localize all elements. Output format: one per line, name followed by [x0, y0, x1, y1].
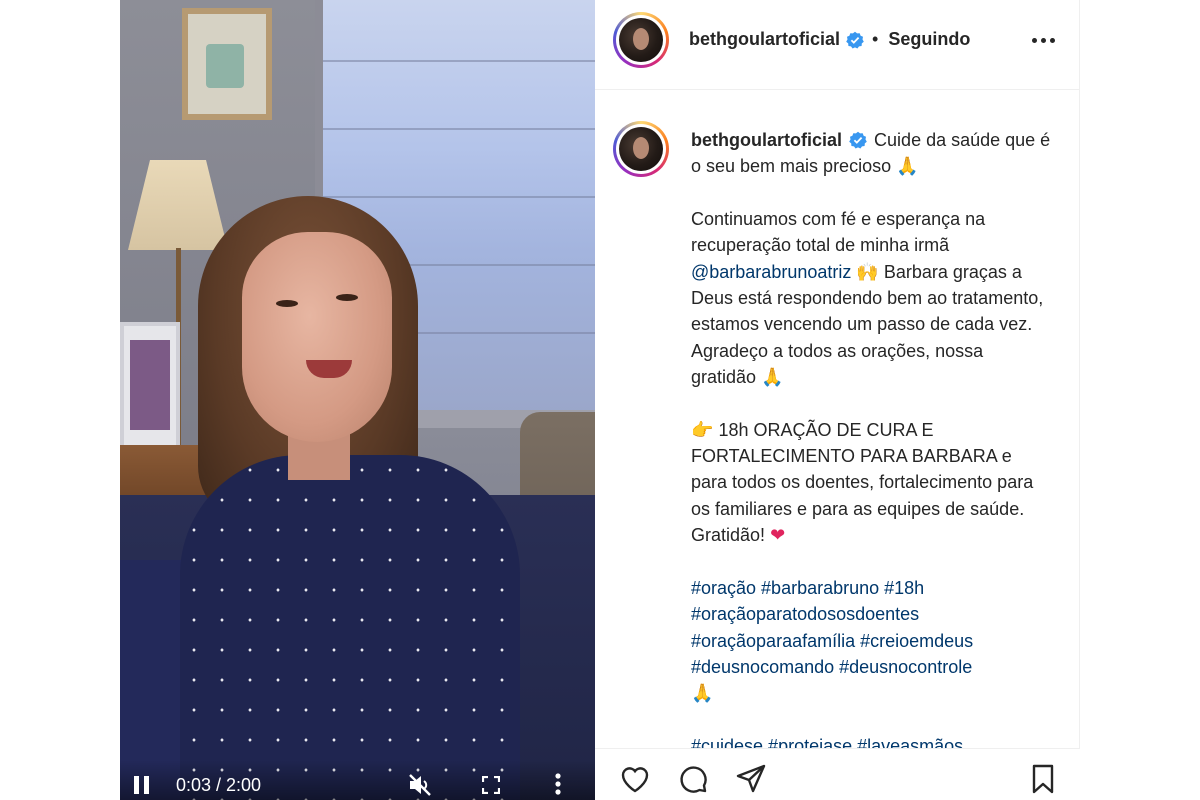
- caption-para2-a: Continuamos com fé e esperança na recupe…: [691, 208, 986, 256]
- send-icon[interactable]: [735, 763, 767, 795]
- comment-icon[interactable]: [677, 763, 709, 795]
- hashtag-line-3[interactable]: #oraçãoparaafamília #creioemdeus: [691, 628, 1051, 654]
- follow-status-button[interactable]: Seguindo: [888, 29, 970, 50]
- caption-verified-icon: [849, 131, 867, 149]
- hashtag-line-5[interactable]: #cuidese #protejase #laveasmãos: [691, 733, 1051, 748]
- video-person-body: [180, 455, 520, 800]
- username-link[interactable]: bethgoulartoficial: [689, 29, 840, 50]
- hashtag-line-2[interactable]: #oraçãoparatodososdoentes: [691, 601, 1051, 627]
- video-wall-picture: [182, 8, 272, 120]
- video-more-options-icon[interactable]: [554, 772, 562, 796]
- caption-para3: 18h ORAÇÃO DE CURA E FORTALECIMENTO PARA…: [691, 419, 1034, 546]
- more-options-icon[interactable]: [1032, 36, 1056, 44]
- raised-hands-emoji-icon: 🙌: [856, 261, 879, 282]
- post-side-panel: bethgoulartoficial • Seguindo bethgoular…: [595, 0, 1080, 800]
- video-photo-frame: [120, 322, 180, 452]
- fullscreen-icon[interactable]: [481, 775, 501, 795]
- caption-area: bethgoulartoficial Cuide da saúde que é …: [595, 91, 1080, 748]
- video-controls: 0:03 / 2:00: [120, 760, 595, 800]
- pray-emoji-icon-3: 🙏: [691, 683, 714, 704]
- heart-emoji-icon: ❤: [770, 525, 786, 546]
- caption-username[interactable]: bethgoulartoficial: [691, 130, 842, 150]
- mention-link[interactable]: @barbarabrunoatriz: [691, 262, 851, 282]
- post-header: bethgoulartoficial • Seguindo: [595, 0, 1080, 90]
- mute-icon[interactable]: [408, 774, 432, 796]
- caption-text: bethgoulartoficial Cuide da saúde que é …: [691, 127, 1051, 748]
- video-time: 0:03 / 2:00: [176, 775, 262, 795]
- hashtag-line-1[interactable]: #oração #barbarabruno #18h: [691, 575, 1051, 601]
- pause-icon[interactable]: [134, 776, 150, 794]
- video-person-face: [242, 232, 392, 442]
- avatar[interactable]: [613, 12, 669, 68]
- action-bar: [595, 748, 1080, 800]
- heart-icon[interactable]: [619, 763, 651, 795]
- pray-emoji-icon-2: 🙏: [761, 367, 784, 388]
- pointing-hand-emoji-icon: 👉: [691, 419, 714, 440]
- follow-separator: •: [872, 29, 879, 49]
- pray-emoji-icon: 🙏: [896, 156, 919, 177]
- hashtag-line-4[interactable]: #deusnocomando #deusnocontrole: [691, 654, 1051, 680]
- video-player[interactable]: 0:03 / 2:00: [120, 0, 595, 800]
- caption-avatar[interactable]: [613, 121, 669, 177]
- header-user-row: bethgoulartoficial • Seguindo: [689, 29, 970, 50]
- bookmark-icon[interactable]: [1027, 763, 1059, 795]
- verified-badge-icon: [846, 31, 864, 49]
